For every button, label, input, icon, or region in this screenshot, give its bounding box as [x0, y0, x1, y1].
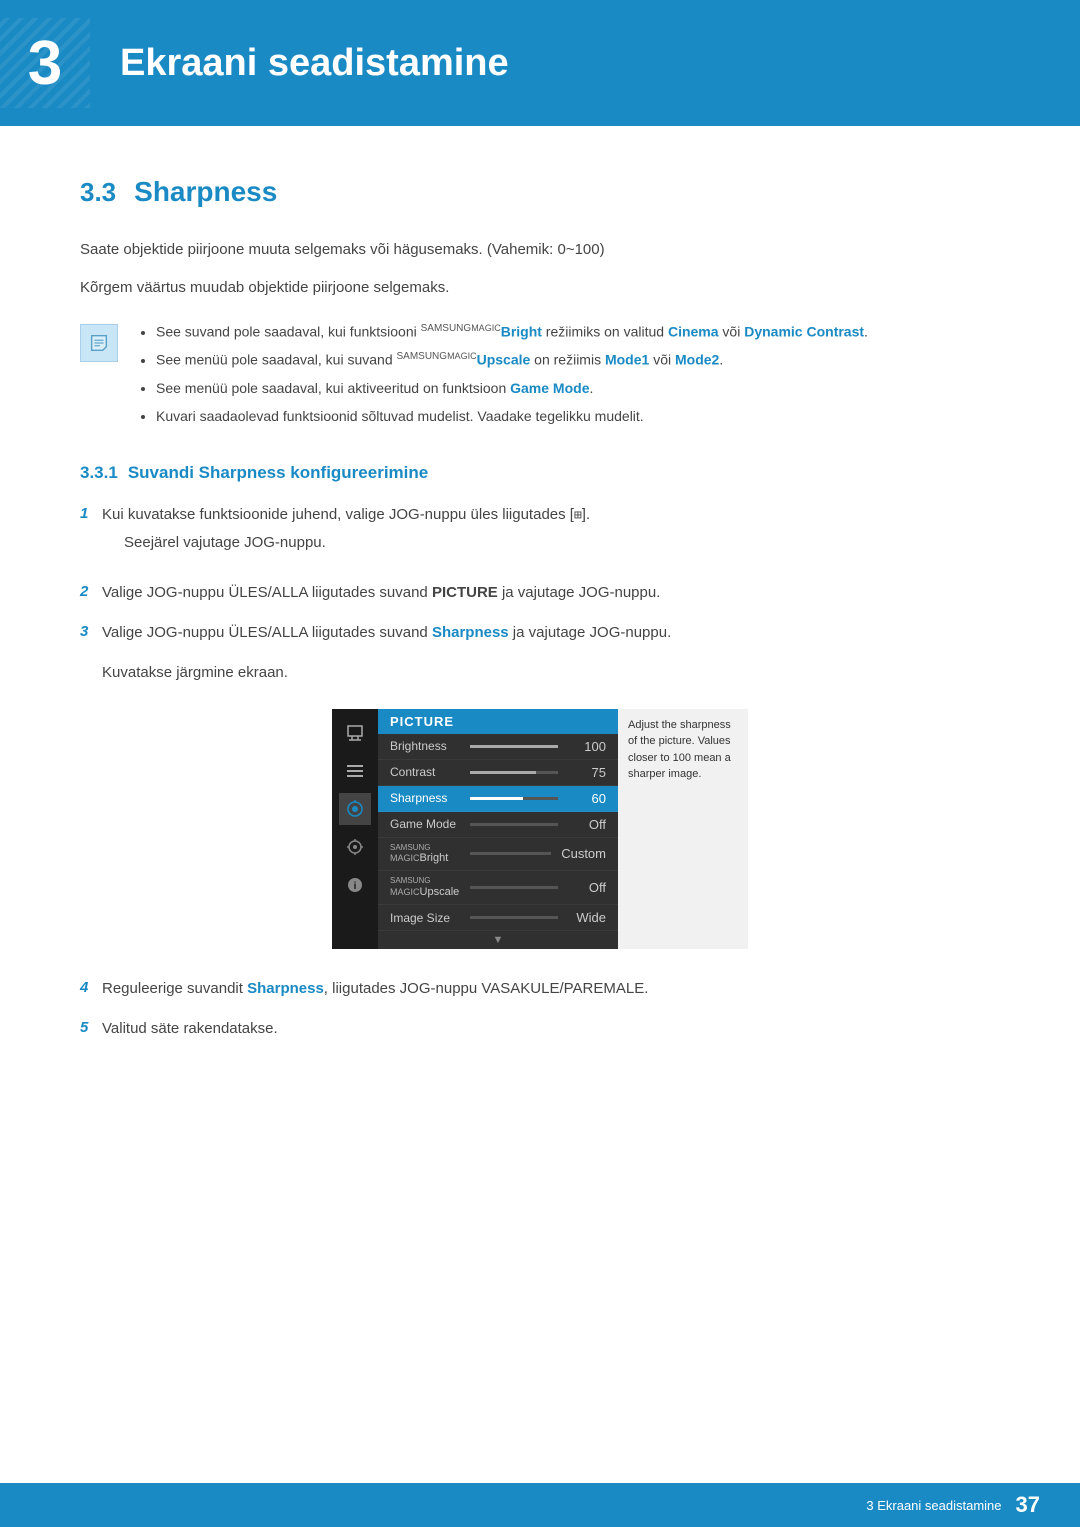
step-5: 5 Valitud säte rakendatakse.: [80, 1017, 1000, 1041]
osd-sharpness-value: 60: [568, 791, 606, 806]
osd-menu-header: PICTURE: [378, 709, 618, 734]
footer-page-number: 37: [1016, 1492, 1040, 1518]
step-2: 2 Valige JOG-nuppu ÜLES/ALLA liigutades …: [80, 581, 1000, 605]
step-num-2: 2: [80, 583, 102, 600]
section-title: Sharpness: [134, 176, 277, 208]
step-2-highlight: PICTURE: [432, 584, 498, 601]
step-3-highlight: Sharpness: [432, 624, 509, 641]
step-4-highlight: Sharpness: [247, 980, 324, 997]
osd-item-contrast: Contrast 75: [378, 760, 618, 786]
chapter-header: 3 Ekraani seadistamine: [0, 0, 1080, 126]
note-item-1: See suvand pole saadaval, kui funktsioon…: [156, 320, 868, 344]
osd-gamemode-value: Off: [568, 817, 606, 832]
main-content: 3.3 Sharpness Saate objektide piirjoone …: [0, 126, 1080, 1137]
note-icon: [80, 324, 118, 362]
note-box: See suvand pole saadaval, kui funktsioon…: [80, 320, 1000, 433]
osd-arrow: ▼: [378, 931, 618, 949]
step-1-text: Kui kuvatakse funktsioonide juhend, vali…: [102, 506, 590, 523]
osd-item-imagesize: Image Size Wide: [378, 905, 618, 931]
osd-container: i PICTURE Brightness 100: [332, 709, 748, 950]
osd-contrast-value: 75: [568, 765, 606, 780]
osd-tooltip: Adjust the sharpness of the picture. Val…: [618, 709, 748, 950]
osd-brightness-bar: [470, 745, 558, 748]
chapter-number: 3: [28, 28, 62, 99]
osd-magicupscale-bar: [470, 886, 558, 889]
subsection-title: Suvandi Sharpness konfigureerimine: [128, 463, 428, 483]
osd-item-magicupscale-label: SAMSUNGMAGICUpscale: [390, 876, 460, 899]
osd-icon-4: [339, 831, 371, 863]
osd-item-magicbright-label: SAMSUNGMAGICBright: [390, 843, 460, 866]
step-3-sub: Kuvatakse järgmine ekraan.: [102, 661, 1000, 685]
note-item-2: See menüü pole saadaval, kui suvand SAMS…: [156, 348, 868, 372]
osd-item-gamemode: Game Mode Off: [378, 812, 618, 838]
step-4-text: Reguleerige suvandit Sharpness, liigutad…: [102, 977, 648, 1001]
step-num-5: 5: [80, 1019, 102, 1036]
step-num-3: 3: [80, 623, 102, 640]
chapter-number-box: 3: [0, 18, 90, 108]
step-3-text: Valige JOG-nuppu ÜLES/ALLA liigutades su…: [102, 621, 671, 645]
osd-item-brightness: Brightness 100: [378, 734, 618, 760]
osd-item-sharpness: Sharpness 60: [378, 786, 618, 812]
osd-item-sharpness-label: Sharpness: [390, 791, 460, 805]
step-4: 4 Reguleerige suvandit Sharpness, liigut…: [80, 977, 1000, 1001]
body-text-2: Kõrgem väärtus muudab objektide piirjoon…: [80, 276, 1000, 300]
osd-sharpness-bar: [470, 797, 558, 800]
osd-screenshot: i PICTURE Brightness 100: [80, 709, 1000, 950]
chapter-title: Ekraani seadistamine: [120, 42, 509, 85]
osd-item-magicupscale: SAMSUNGMAGICUpscale Off: [378, 871, 618, 905]
steps-list: 1 Kui kuvatakse funktsioonide juhend, va…: [80, 503, 1000, 1042]
osd-item-imagesize-label: Image Size: [390, 911, 460, 925]
step-5-text: Valitud säte rakendatakse.: [102, 1017, 278, 1041]
osd-imagesize-bar: [470, 916, 558, 919]
osd-magicupscale-value: Off: [568, 880, 606, 895]
subsection-number: 3.3.1: [80, 463, 118, 483]
note-item-4: Kuvari saadaolevad funktsioonid sõltuvad…: [156, 405, 868, 429]
osd-magicbright-value: Custom: [561, 846, 606, 861]
osd-menu: PICTURE Brightness 100 Contrast 75: [378, 709, 618, 950]
page-footer: 3 Ekraani seadistamine 37: [0, 1483, 1080, 1527]
osd-item-magicbright: SAMSUNGMAGICBright Custom: [378, 838, 618, 872]
osd-gamemode-bar: [470, 823, 558, 826]
osd-item-brightness-label: Brightness: [390, 739, 460, 753]
osd-imagesize-value: Wide: [568, 910, 606, 925]
osd-sidebar: i: [332, 709, 378, 950]
step-num-1: 1: [80, 505, 102, 522]
step-3: 3 Valige JOG-nuppu ÜLES/ALLA liigutades …: [80, 621, 1000, 950]
section-heading: 3.3 Sharpness: [80, 176, 1000, 208]
osd-icon-2: [339, 755, 371, 787]
step-2-text: Valige JOG-nuppu ÜLES/ALLA liigutades su…: [102, 581, 660, 605]
osd-item-gamemode-label: Game Mode: [390, 817, 460, 831]
note-list: See suvand pole saadaval, kui funktsioon…: [136, 320, 868, 433]
osd-contrast-bar: [470, 771, 558, 774]
osd-icon-1: [339, 717, 371, 749]
svg-text:i: i: [354, 881, 357, 892]
step-num-4: 4: [80, 979, 102, 996]
osd-item-contrast-label: Contrast: [390, 765, 460, 779]
osd-icon-5: i: [339, 869, 371, 901]
section-number: 3.3: [80, 177, 116, 208]
body-text-1: Saate objektide piirjoone muuta selgemak…: [80, 238, 1000, 262]
subsection-heading: 3.3.1 Suvandi Sharpness konfigureerimine: [80, 463, 1000, 483]
step-1: 1 Kui kuvatakse funktsioonide juhend, va…: [80, 503, 1000, 565]
footer-chapter-text: 3 Ekraani seadistamine: [866, 1498, 1001, 1513]
note-item-3: See menüü pole saadaval, kui aktiveeritu…: [156, 377, 868, 401]
osd-magicbright-bar: [470, 852, 551, 855]
osd-icon-3: [339, 793, 371, 825]
osd-brightness-value: 100: [568, 739, 606, 754]
step-1-sub: Seejärel vajutage JOG-nuppu.: [124, 531, 590, 555]
